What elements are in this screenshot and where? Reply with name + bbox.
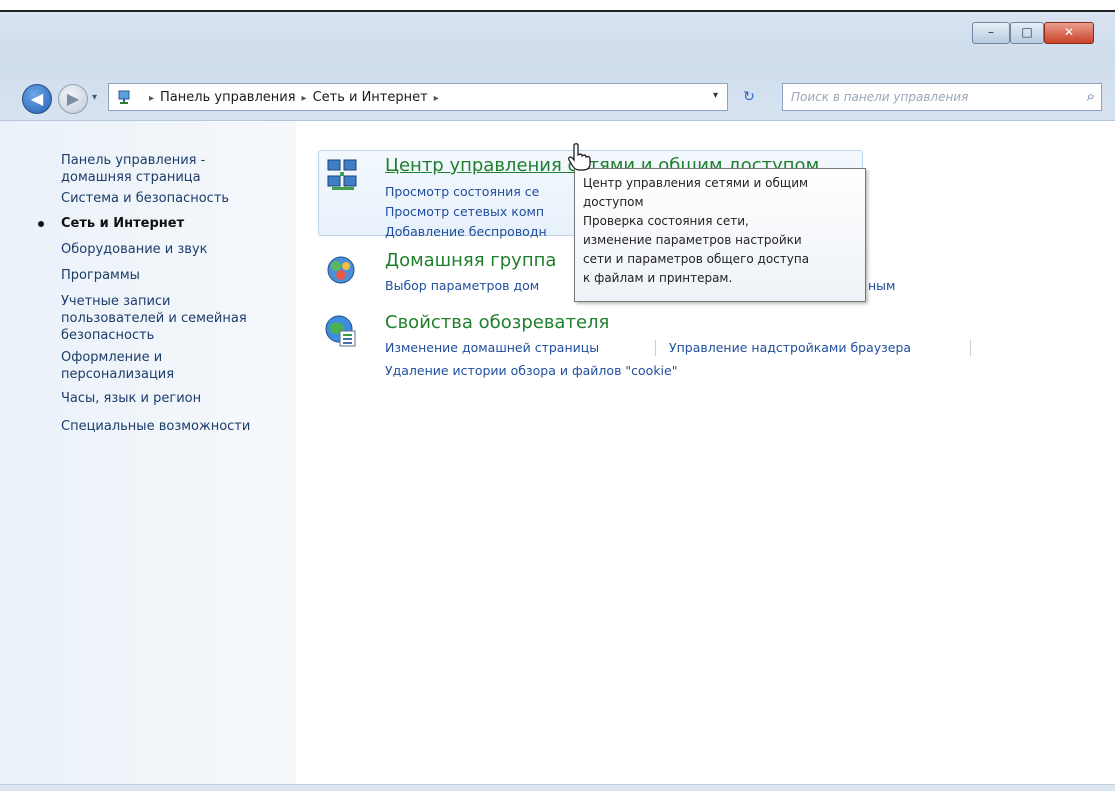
sidebar-home-link-line2[interactable]: домашняя страница [61,169,201,186]
minimize-icon: – [988,25,994,39]
close-button[interactable]: ✕ [1044,22,1094,44]
active-item-bullet [38,221,44,227]
sidebar-item-user-accounts-line1[interactable]: Учетные записи [61,293,171,310]
sidebar-item-clock-region[interactable]: Часы, язык и регион [61,390,201,407]
breadcrumb-network-internet[interactable]: Сеть и Интернет [313,90,428,105]
breadcrumb-control-panel[interactable]: Панель управления [160,90,296,105]
homegroup-sharing-link[interactable]: ным [868,278,895,293]
breadcrumb-separator: ▸ [301,93,307,104]
sidebar-item-user-accounts-line2[interactable]: пользователей и семейная [61,310,247,327]
tooltip-line: к файлам и принтерам. [583,271,733,285]
maximize-icon: □ [1021,25,1033,39]
homegroup-icon[interactable] [324,253,358,287]
address-bar[interactable]: ▸ Панель управления ▸ Сеть и Интернет ▸ ▾ [108,83,728,111]
refresh-button[interactable]: ↻ [736,85,762,109]
homegroup-settings-link[interactable]: Выбор параметров дом [385,278,539,293]
link-divider [655,340,656,356]
link-divider [970,340,971,356]
search-placeholder: Поиск в панели управления [791,90,969,104]
sidebar-item-user-accounts-line3[interactable]: безопасность [61,327,154,344]
breadcrumb-separator: ▸ [149,93,155,104]
search-icon[interactable]: ⌕ [1087,87,1095,105]
tooltip-line: Проверка состояния сети, [583,214,749,228]
manage-addons-link[interactable]: Управление надстройками браузера [669,340,911,355]
breadcrumb: ▸ Панель управления ▸ Сеть и Интернет ▸ [143,90,445,105]
maximize-button[interactable]: □ [1010,22,1044,44]
sidebar-item-hardware-sound[interactable]: Оборудование и звук [61,241,208,258]
sidebar-item-accessibility[interactable]: Специальные возможности [61,418,250,435]
address-dropdown-icon[interactable]: ▾ [713,90,718,101]
tooltip-line: изменение параметров настройки [583,233,802,247]
recent-pages-dropdown[interactable]: ▾ [92,92,97,103]
window-bottom-edge [0,784,1115,791]
homegroup-title[interactable]: Домашняя группа [385,250,556,271]
network-center-tooltip: Центр управления сетями и общим доступом… [574,168,866,302]
control-panel-window: – □ ✕ ◀ ▶ ▾ ▸ Панель управления ▸ Сеть и Ин… [0,0,1115,791]
breadcrumb-separator[interactable]: ▸ [434,93,439,104]
internet-options-title[interactable]: Свойства обозревателя [385,312,609,333]
sidebar-home-link-line1[interactable]: Панель управления - [61,152,205,169]
network-center-icon[interactable] [326,158,360,192]
hand-cursor-icon [566,142,594,172]
sidebar-item-network-internet[interactable]: Сеть и Интернет [61,215,184,232]
back-arrow-icon: ◀ [30,89,44,108]
back-button[interactable]: ◀ [22,84,52,114]
change-homepage-link[interactable]: Изменение домашней страницы [385,340,599,355]
forward-button[interactable]: ▶ [58,84,88,114]
tooltip-line: доступом [583,195,644,209]
delete-history-link[interactable]: Удаление истории обзора и файлов "cookie… [385,363,677,378]
tooltip-line: Центр управления сетями и общим [583,176,809,190]
view-network-computers-link[interactable]: Просмотр сетевых комп [385,204,544,219]
sidebar-item-programs[interactable]: Программы [61,267,140,284]
network-location-icon [117,88,135,106]
sidebar-item-appearance-line2[interactable]: персонализация [61,366,174,383]
view-network-status-link[interactable]: Просмотр состояния се [385,184,539,199]
window-top-edge [0,0,1115,12]
tooltip-line: сети и параметров общего доступа [583,252,810,266]
forward-arrow-icon: ▶ [66,89,80,108]
close-icon: ✕ [1063,25,1075,39]
sidebar-item-appearance-line1[interactable]: Оформление и [61,349,162,366]
sidebar-item-system-security[interactable]: Система и безопасность [61,190,229,207]
add-wireless-device-link[interactable]: Добавление беспроводн [385,224,547,239]
minimize-button[interactable]: – [972,22,1010,44]
search-input[interactable]: Поиск в панели управления ⌕ [782,83,1102,111]
internet-options-icon[interactable] [324,314,358,348]
